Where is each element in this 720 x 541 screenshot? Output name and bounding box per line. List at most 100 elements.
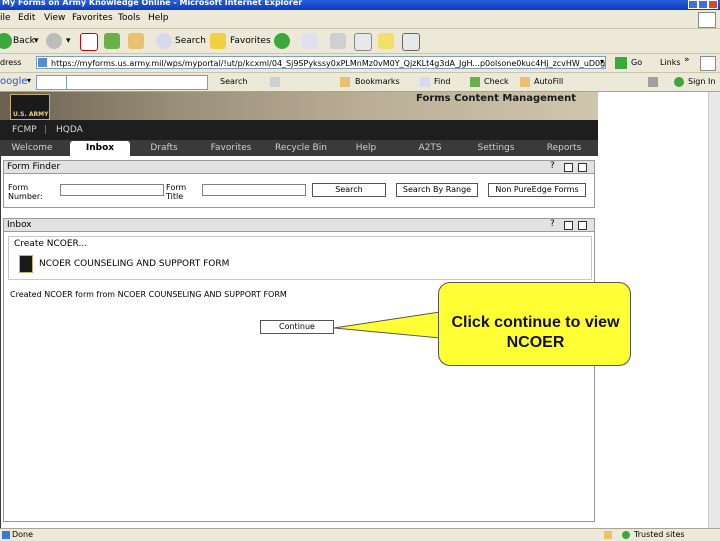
trusted-zone-icon xyxy=(622,531,630,539)
autofill-button[interactable]: AutoFill xyxy=(534,77,563,86)
popup-blocker-icon[interactable] xyxy=(270,77,280,87)
stop-icon[interactable] xyxy=(80,33,98,51)
form-title-label: Form Title xyxy=(166,183,187,201)
callout-text: Click continue to view NCOER xyxy=(451,314,620,351)
lock-icon xyxy=(604,531,612,539)
tab-help[interactable]: Help xyxy=(338,141,394,156)
chevron-right-icon[interactable]: » xyxy=(684,55,690,65)
form-number-input[interactable] xyxy=(60,184,164,196)
bookmark-star-icon[interactable] xyxy=(340,77,350,87)
maximize-panel-icon[interactable] xyxy=(578,221,587,230)
research-icon[interactable] xyxy=(402,33,420,51)
vertical-scrollbar[interactable] xyxy=(708,92,720,528)
inbox-body: Create NCOER... NCOER COUNSELING AND SUP… xyxy=(3,232,595,522)
tab-settings[interactable]: Settings xyxy=(464,141,528,156)
windows-logo-icon xyxy=(698,12,716,28)
forward-dropdown-icon[interactable]: ▾ xyxy=(66,36,71,46)
find-button[interactable]: Find xyxy=(434,77,450,86)
tab-recycle-bin[interactable]: Recycle Bin xyxy=(268,141,334,156)
address-url: https://myforms.us.army.mil/wps/myportal… xyxy=(51,59,606,68)
status-bar: Done Trusted sites xyxy=(0,528,720,541)
callout-bubble: Click continue to view NCOER xyxy=(438,282,631,366)
check-icon[interactable] xyxy=(470,77,480,87)
google-dropdown-icon[interactable]: ▾ xyxy=(27,76,31,85)
org-divider: | xyxy=(44,125,48,135)
discuss-icon[interactable] xyxy=(378,33,394,49)
back-button-label[interactable]: Back xyxy=(13,36,35,46)
zone-text: Trusted sites xyxy=(634,530,685,539)
google-logo: oogle xyxy=(0,76,28,87)
org-item-fcmp[interactable]: FCMP xyxy=(12,125,37,135)
form-name-link[interactable]: NCOER COUNSELING AND SUPPORT FORM xyxy=(39,259,229,269)
minimize-icon[interactable] xyxy=(688,0,698,9)
google-search-input[interactable] xyxy=(66,75,208,90)
form-finder-header: Form Finder ? xyxy=(3,160,595,174)
address-label: dress xyxy=(0,58,22,67)
signin-button[interactable]: Sign In xyxy=(688,77,715,86)
inbox-title: Inbox xyxy=(7,220,32,230)
signin-icon[interactable] xyxy=(674,77,684,87)
tab-bar: Welcome Inbox Drafts Favorites Recycle B… xyxy=(0,140,598,156)
form-title-input[interactable] xyxy=(202,184,306,196)
close-icon[interactable] xyxy=(708,0,718,9)
menu-edit[interactable]: Edit xyxy=(18,13,35,23)
edit-icon[interactable] xyxy=(354,33,372,51)
ie-logo-icon xyxy=(700,56,716,71)
minimize-panel-icon[interactable] xyxy=(564,221,573,230)
army-logo-text: U.S. ARMY xyxy=(13,111,49,118)
go-button[interactable]: Go xyxy=(631,58,642,67)
favorites-star-icon[interactable] xyxy=(210,33,226,49)
search-by-range-button[interactable]: Search By Range xyxy=(396,183,478,197)
autofill-icon[interactable] xyxy=(520,77,530,87)
tab-reports[interactable]: Reports xyxy=(532,141,596,156)
menu-help[interactable]: Help xyxy=(148,13,169,23)
search-button[interactable]: Search xyxy=(312,183,386,197)
search-button-label[interactable]: Search xyxy=(175,36,206,46)
settings-wrench-icon[interactable] xyxy=(648,77,658,87)
window-title: My Forms on Army Knowledge Online - Micr… xyxy=(2,0,303,7)
tab-drafts[interactable]: Drafts xyxy=(134,141,194,156)
maximize-panel-icon[interactable] xyxy=(578,163,587,172)
non-pureedge-forms-button[interactable]: Non PureEdge Forms xyxy=(488,183,586,197)
tab-a2ts[interactable]: A2TS xyxy=(400,141,460,156)
favorites-button-label[interactable]: Favorites xyxy=(230,36,271,46)
menu-view[interactable]: View xyxy=(44,13,65,23)
menu-file[interactable]: ile xyxy=(0,13,11,23)
back-dropdown-icon[interactable]: ▾ xyxy=(34,36,39,46)
home-icon[interactable] xyxy=(128,33,144,49)
create-ncoer-box: Create NCOER... NCOER COUNSELING AND SUP… xyxy=(8,236,592,280)
form-finder-body: Form Number: Form Title Search Search By… xyxy=(3,174,595,208)
print-icon[interactable] xyxy=(330,33,346,49)
search-icon[interactable] xyxy=(156,33,172,49)
mail-icon[interactable] xyxy=(302,33,318,49)
maximize-icon[interactable] xyxy=(698,0,708,9)
toolbar: Back ▾ ▾ Search Favorites xyxy=(0,29,720,54)
address-dropdown-icon[interactable]: ▾ xyxy=(600,57,604,66)
menu-favorites[interactable]: Favorites xyxy=(72,13,113,23)
check-button[interactable]: Check xyxy=(484,77,509,86)
page-icon xyxy=(38,58,47,67)
forward-arrow-icon[interactable] xyxy=(46,33,62,49)
google-search-button[interactable]: Search xyxy=(220,77,247,86)
minimize-panel-icon[interactable] xyxy=(564,163,573,172)
refresh-icon[interactable] xyxy=(104,33,120,49)
address-input[interactable]: https://myforms.us.army.mil/wps/myportal… xyxy=(36,56,606,69)
menu-tools[interactable]: Tools xyxy=(118,13,140,23)
links-button[interactable]: Links xyxy=(660,58,681,67)
help-question-icon[interactable]: ? xyxy=(550,161,555,171)
tab-welcome[interactable]: Welcome xyxy=(0,141,64,156)
org-item-hqda[interactable]: HQDA xyxy=(56,125,83,135)
google-logo-box-icon xyxy=(36,75,68,90)
history-icon[interactable] xyxy=(274,33,290,49)
tab-inbox[interactable]: Inbox xyxy=(70,141,130,156)
back-arrow-icon[interactable] xyxy=(0,33,12,49)
address-bar: dress https://myforms.us.army.mil/wps/my… xyxy=(0,54,720,73)
menu-bar: ile Edit View Favorites Tools Help xyxy=(0,10,720,29)
callout-pointer xyxy=(333,311,441,339)
status-message: Created NCOER form from NCOER COUNSELING… xyxy=(10,290,287,299)
find-icon[interactable] xyxy=(420,77,430,87)
bookmarks-button[interactable]: Bookmarks xyxy=(355,77,400,86)
go-arrow-icon[interactable] xyxy=(615,57,627,69)
tab-favorites[interactable]: Favorites xyxy=(198,141,264,156)
help-question-icon[interactable]: ? xyxy=(550,219,555,229)
